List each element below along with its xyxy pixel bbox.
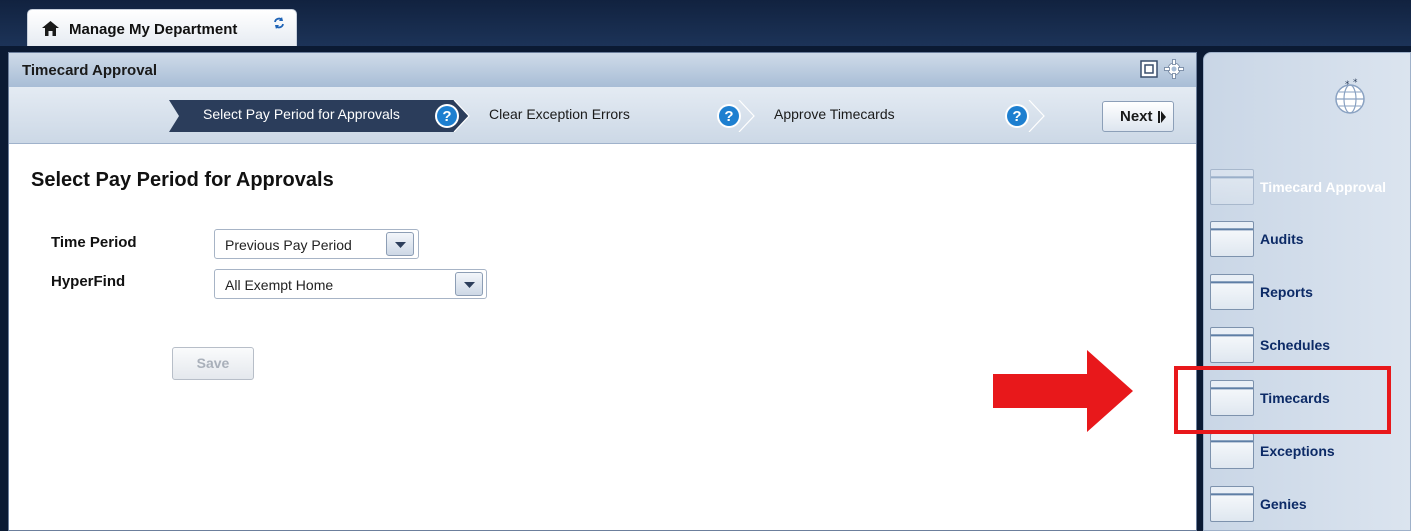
help-icon[interactable]: ? bbox=[716, 103, 742, 129]
next-button[interactable]: Next bbox=[1102, 101, 1174, 132]
gear-icon[interactable] bbox=[1164, 59, 1184, 79]
annotation-highlight-box bbox=[1174, 366, 1391, 434]
sidebar-item-audits[interactable]: Audits bbox=[1210, 221, 1410, 261]
annotation-arrow bbox=[993, 350, 1133, 432]
sidebar-item-exceptions[interactable]: Exceptions bbox=[1210, 433, 1410, 473]
widget-icon bbox=[1210, 486, 1254, 522]
globe-icon[interactable]: * * bbox=[1330, 77, 1370, 117]
next-button-label: Next bbox=[1120, 108, 1153, 125]
svg-text:*: * bbox=[1345, 80, 1350, 90]
svg-text:*: * bbox=[1353, 78, 1358, 88]
wizard-steps: Select Pay Period for Approvals ? Clear … bbox=[169, 100, 1049, 132]
panel-title: Timecard Approval bbox=[22, 62, 158, 79]
sidebar-item-timecard-approval: Timecard Approval bbox=[1210, 169, 1410, 209]
sidebar-item-label: Exceptions bbox=[1260, 443, 1335, 459]
time-period-select[interactable]: Previous Pay Period bbox=[214, 229, 419, 259]
sidebar-item-label: Audits bbox=[1260, 231, 1304, 247]
sidebar-item-label: Reports bbox=[1260, 284, 1313, 300]
top-bar: Manage My Department bbox=[0, 0, 1411, 46]
timecard-approval-panel: Timecard Approval Select Pay Period for … bbox=[8, 52, 1197, 531]
sidebar-item-label: Genies bbox=[1260, 496, 1307, 512]
sidebar-item-genies[interactable]: Genies bbox=[1210, 486, 1410, 526]
tab-label: Manage My Department bbox=[69, 21, 238, 38]
hyperfind-dropdown-button[interactable] bbox=[455, 272, 483, 296]
sidebar-item-schedules[interactable]: Schedules bbox=[1210, 327, 1410, 367]
save-button[interactable]: Save bbox=[172, 347, 254, 380]
widget-icon bbox=[1210, 221, 1254, 257]
svg-text:?: ? bbox=[724, 108, 733, 125]
hyperfind-value: All Exempt Home bbox=[225, 277, 334, 293]
wizard-step-clear-exception-errors[interactable]: Clear Exception Errors ? bbox=[469, 100, 754, 132]
wizard-step-select-pay-period[interactable]: Select Pay Period for Approvals ? bbox=[169, 100, 469, 132]
wizard-step-label: Select Pay Period for Approvals bbox=[203, 106, 400, 122]
tab-manage-my-department[interactable]: Manage My Department bbox=[27, 9, 297, 46]
home-icon bbox=[42, 21, 59, 36]
widget-icon bbox=[1210, 327, 1254, 363]
hyperfind-select[interactable]: All Exempt Home bbox=[214, 269, 487, 299]
time-period-label: Time Period bbox=[51, 234, 137, 251]
wizard-step-label: Clear Exception Errors bbox=[489, 106, 630, 122]
sidebar-item-label: Schedules bbox=[1260, 337, 1331, 353]
widget-icon bbox=[1210, 433, 1254, 469]
refresh-icon[interactable] bbox=[273, 17, 285, 29]
window-icon[interactable] bbox=[1140, 60, 1158, 78]
related-items-sidebar: * * Timecard Approval Audits Reports Sch… bbox=[1203, 52, 1411, 531]
widget-icon bbox=[1210, 274, 1254, 310]
sidebar-item-label: Timecard Approval bbox=[1260, 179, 1387, 195]
play-icon bbox=[1158, 111, 1166, 123]
hyperfind-label: HyperFind bbox=[51, 273, 126, 290]
svg-text:?: ? bbox=[442, 108, 451, 125]
sidebar-item-reports[interactable]: Reports bbox=[1210, 274, 1410, 314]
chevron-down-icon bbox=[395, 242, 406, 248]
widget-icon bbox=[1210, 169, 1254, 205]
wizard-step-label: Approve Timecards bbox=[774, 106, 895, 122]
wizard-step-approve-timecards[interactable]: Approve Timecards ? bbox=[754, 100, 1044, 132]
wizard-bar: Select Pay Period for Approvals ? Clear … bbox=[9, 87, 1196, 144]
chevron-down-icon bbox=[464, 282, 475, 288]
help-icon[interactable]: ? bbox=[1004, 103, 1030, 129]
time-period-value: Previous Pay Period bbox=[225, 237, 352, 253]
time-period-dropdown-button[interactable] bbox=[386, 232, 414, 256]
help-icon[interactable]: ? bbox=[434, 103, 460, 129]
panel-header: Timecard Approval bbox=[9, 53, 1196, 88]
svg-text:?: ? bbox=[1012, 108, 1021, 125]
content-title: Select Pay Period for Approvals bbox=[31, 169, 334, 191]
